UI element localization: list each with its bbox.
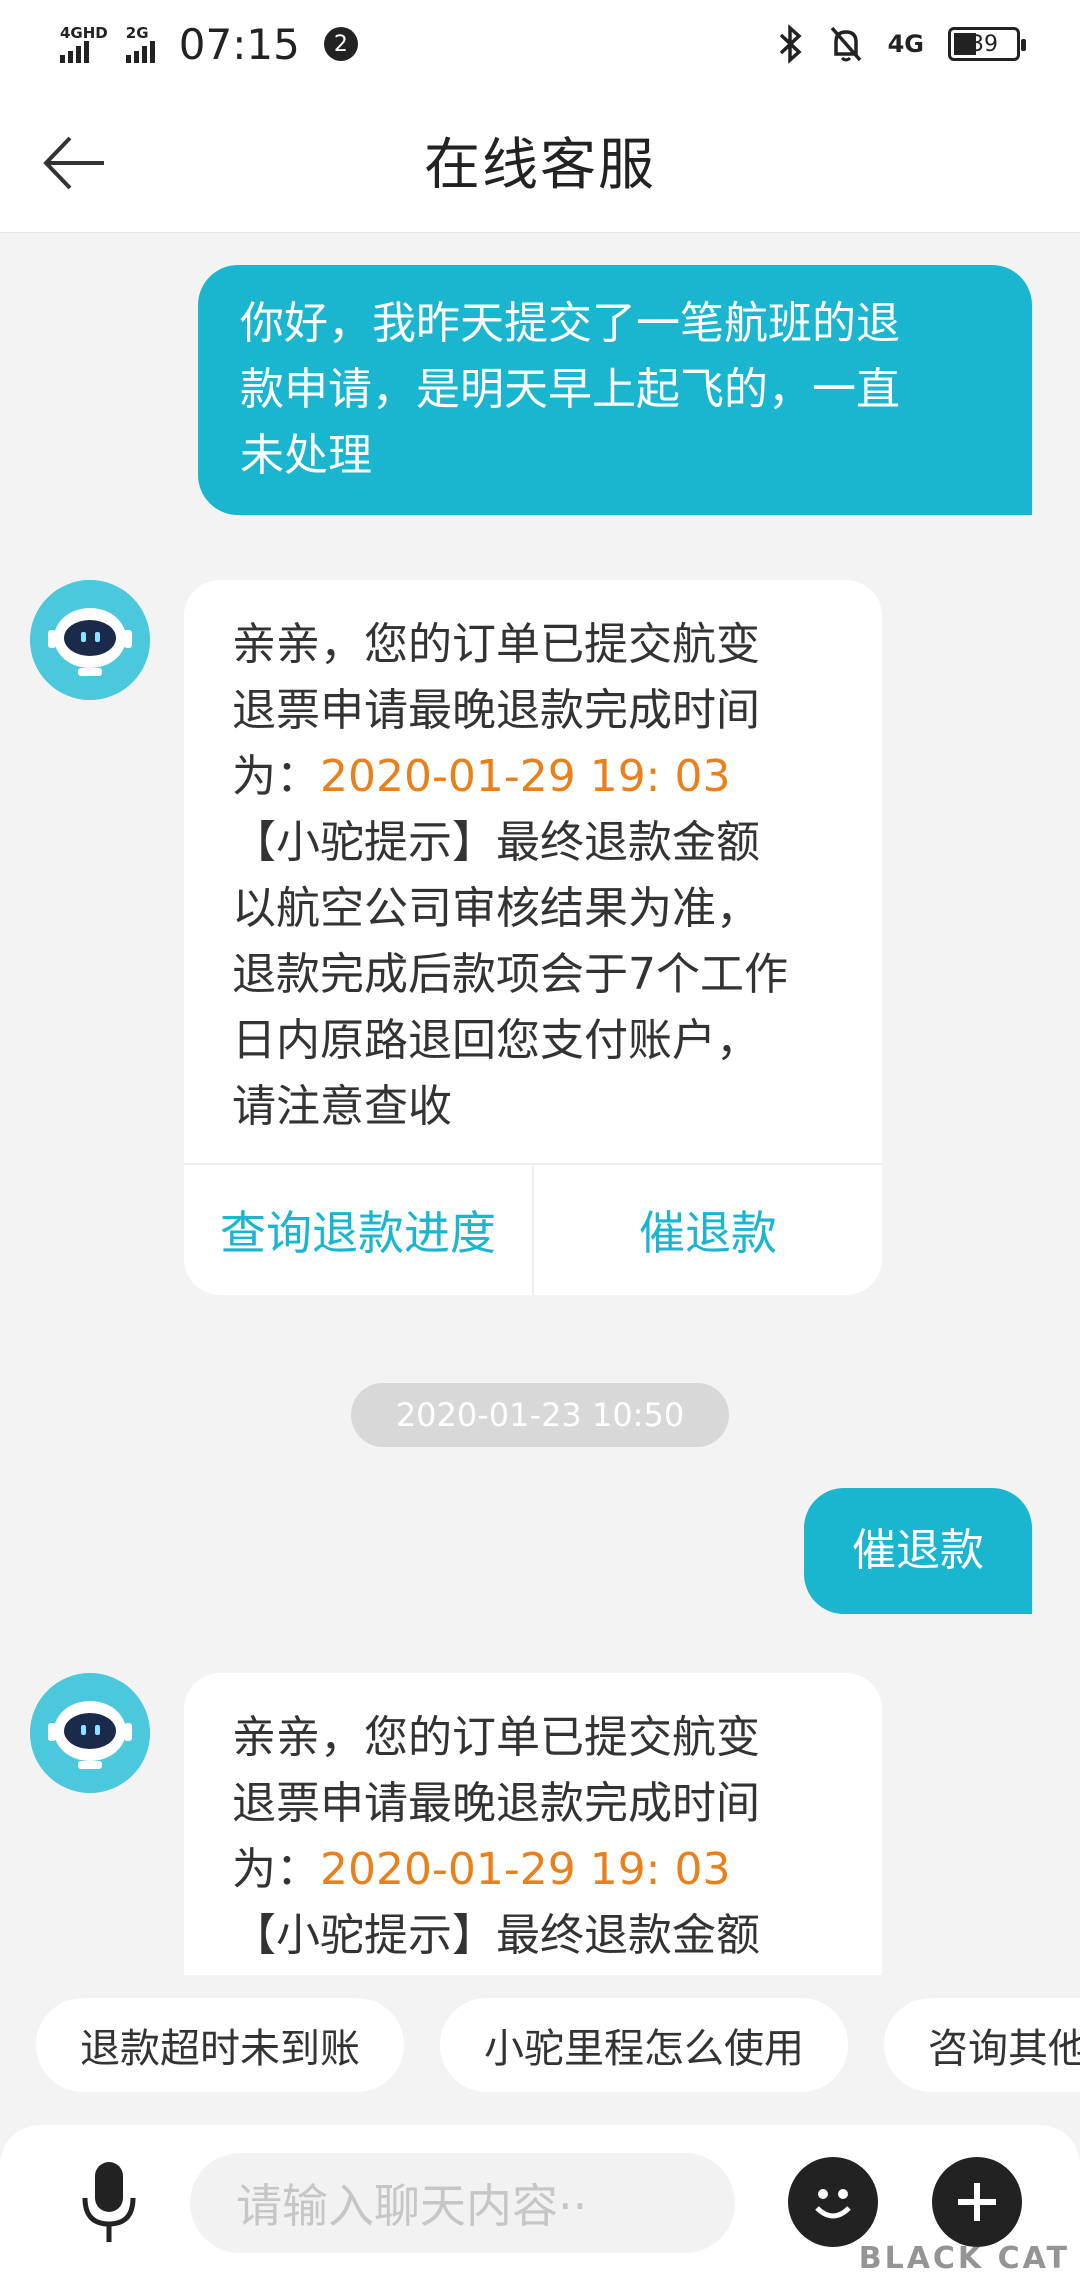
message-line: 款申请，是明天早上起飞的，一直	[240, 364, 900, 415]
mute-bell-icon	[830, 26, 861, 62]
message-line: 亲亲，您的订单已提交航变	[232, 1712, 760, 1763]
message-line: 你好，我昨天提交了一笔航班的退	[240, 298, 900, 349]
signal-2: 2G	[125, 23, 155, 63]
card-actions: 查询退款进度 催退款	[184, 1163, 882, 1295]
chat-input[interactable]: 请输入聊天内容··	[190, 2152, 735, 2253]
microphone-icon	[82, 2161, 136, 2242]
page-title: 在线客服	[424, 132, 656, 198]
chat-list[interactable]: 你好，我昨天提交了一笔航班的退 款申请，是明天早上起飞的，一直 未处理 亲亲，您…	[0, 233, 1080, 1975]
quick-reply-refund-overdue[interactable]: 退款超时未到账	[36, 1998, 404, 2092]
query-refund-progress-button[interactable]: 查询退款进度	[184, 1165, 534, 1295]
emoji-icon	[815, 2189, 851, 2219]
signal-bars-icon	[60, 40, 89, 63]
back-arrow-icon[interactable]	[40, 128, 110, 198]
status-left: 4GHD 2G 07:15 2	[60, 20, 358, 69]
message-prefix: 为：	[232, 1844, 320, 1895]
clock: 07:15	[178, 19, 300, 69]
plus-button[interactable]	[932, 2157, 1022, 2247]
message-line: 未处理	[240, 430, 372, 481]
signal-bars-icon	[125, 40, 155, 63]
notification-badge: 2	[323, 27, 358, 61]
message-line: 日内原路退回您支付账户，	[232, 1015, 760, 1066]
emoji-button[interactable]	[788, 2157, 878, 2247]
message-line: 【小驼提示】最终退款金额	[232, 817, 760, 868]
signal-1: 4GHD	[60, 23, 108, 63]
chat-screen: 4GHD 2G 07:15 2 4G 39 在线客服 你好，我昨天提交了一笔航班…	[0, 0, 1080, 2280]
status-right: 4G 39	[778, 24, 1026, 64]
plus-icon	[958, 2183, 996, 2221]
urge-refund-button[interactable]: 催退款	[534, 1165, 882, 1295]
message-line: 退票申请最晚退款完成时间	[232, 685, 760, 736]
quick-reply-other[interactable]: 咨询其他	[884, 1998, 1080, 2092]
voice-button[interactable]	[64, 2148, 154, 2258]
message-line: 为：2020-01-29 19: 03	[232, 1837, 842, 1903]
message-line: 退款完成后款项会于7个工作	[232, 949, 788, 1000]
battery-level: 39	[970, 31, 998, 57]
refund-deadline: 2020-01-29 19: 03	[320, 751, 731, 802]
robot-avatar-icon	[30, 580, 150, 700]
quick-replies: 退款超时未到账 小驼里程怎么使用 咨询其他	[0, 1975, 1080, 2115]
bot-message-text: 亲亲，您的订单已提交航变 退票申请最晚退款完成时间 为：2020-01-29 1…	[184, 580, 882, 1140]
message-prefix: 为：	[232, 751, 320, 802]
network-label-1: 4GHD	[60, 23, 108, 42]
input-bar: 请输入聊天内容·· BLACK CAT	[0, 2125, 1080, 2280]
bluetooth-icon	[779, 24, 802, 64]
message-line: 退票申请最晚退款完成时间	[232, 1778, 760, 1829]
bot-message-card: 亲亲，您的订单已提交航变 退票申请最晚退款完成时间 为：2020-01-29 1…	[184, 1673, 882, 1975]
quick-reply-mileage[interactable]: 小驼里程怎么使用	[440, 1998, 848, 2092]
user-message: 催退款	[804, 1488, 1032, 1614]
app-header: 在线客服	[0, 88, 1080, 233]
status-bar: 4GHD 2G 07:15 2 4G 39	[0, 0, 1080, 88]
battery-icon: 39	[948, 27, 1026, 61]
message-line: 为：2020-01-29 19: 03	[232, 744, 842, 810]
refund-deadline: 2020-01-29 19: 03	[320, 1844, 731, 1895]
message-line: 【小驼提示】最终退款金额	[232, 1910, 760, 1961]
network-label-2: 2G	[125, 23, 149, 42]
network-label-3: 4G	[887, 30, 924, 58]
message-line: 以航空公司审核结果为准，	[232, 883, 760, 934]
message-timestamp: 2020-01-23 10:50	[351, 1383, 729, 1447]
message-line: 请注意查收	[232, 1081, 452, 1132]
robot-avatar-icon	[30, 1673, 150, 1793]
message-line: 亲亲，您的订单已提交航变	[232, 619, 760, 670]
bot-message-text: 亲亲，您的订单已提交航变 退票申请最晚退款完成时间 为：2020-01-29 1…	[184, 1673, 882, 1969]
bot-message-card: 亲亲，您的订单已提交航变 退票申请最晚退款完成时间 为：2020-01-29 1…	[184, 580, 882, 1295]
user-message: 你好，我昨天提交了一笔航班的退 款申请，是明天早上起飞的，一直 未处理	[198, 265, 1032, 515]
watermark: BLACK CAT	[858, 2241, 1070, 2276]
